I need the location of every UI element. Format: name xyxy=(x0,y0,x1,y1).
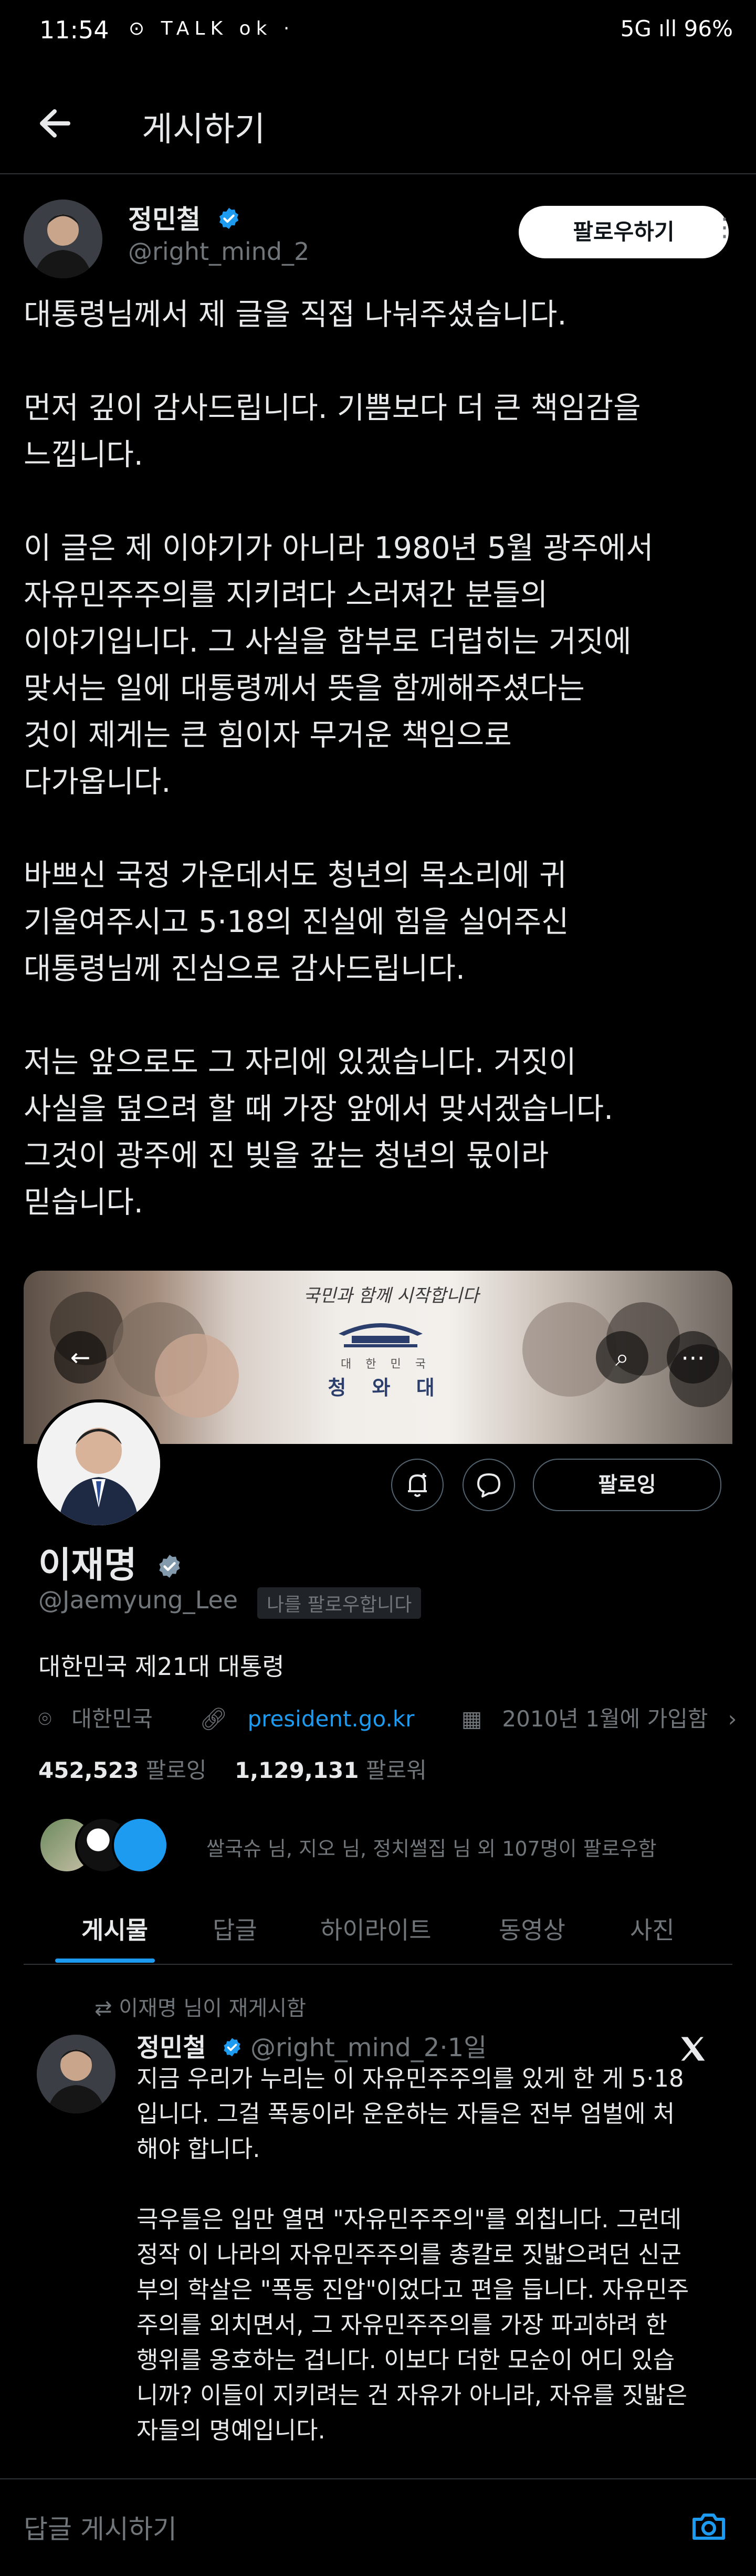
profile-name: 이재명 xyxy=(38,1536,183,1588)
post-paragraph: 저는 앞으로도 그 자리에 있겠습니다. 거짓이 사실을 덮으려 할 때 가장 … xyxy=(24,1045,614,1220)
author-name-text[interactable]: 정민철 xyxy=(128,204,201,235)
profile-meta: ⌾ 대한민국 🔗︎ president.go.kr ▦ 2010년 1월에 가입… xyxy=(38,1701,756,1733)
post-paragraph: 이 글은 제 이야기가 아니라 1980년 5월 광주에서 자유민주주의를 지키… xyxy=(24,531,654,799)
link-icon: 🔗︎ xyxy=(200,1706,228,1732)
tab-photos[interactable]: 사진 xyxy=(630,1911,675,1946)
separator-dot: · xyxy=(439,2033,448,2062)
back-arrow-icon[interactable] xyxy=(32,100,79,147)
website-item[interactable]: 🔗︎ president.go.kr xyxy=(200,1706,434,1732)
known-follower-avatar xyxy=(112,1817,169,1873)
reposted-paragraph: 극우들은 입만 열면 "자유민주주의"를 외칩니다. 그런데 정작 이 나라의 … xyxy=(136,2205,689,2444)
following-button[interactable]: 팔로잉 xyxy=(533,1459,721,1511)
tab-replies[interactable]: 답글 xyxy=(213,1911,257,1946)
post-body: 대통령님께서 제 글을 직접 나눠주셨습니다. 먼저 깊이 감사드립니다. 기쁨… xyxy=(24,291,743,1273)
calendar-icon: ▦ xyxy=(461,1706,482,1732)
followers-count[interactable]: 1,129,131 xyxy=(235,1757,359,1783)
reposted-time: 1일 xyxy=(447,2033,487,2062)
profile-bio: 대한민국 제21대 대통령 xyxy=(38,1652,285,1681)
notification-bell-button[interactable] xyxy=(391,1459,444,1511)
banner-back-arrow-icon[interactable]: ← xyxy=(54,1331,107,1384)
profile-avatar[interactable] xyxy=(34,1399,163,1528)
reply-input[interactable]: 답글 게시하기 xyxy=(24,2508,177,2546)
reply-bar: 답글 게시하기 xyxy=(0,2478,756,2576)
reposted-author-handle[interactable]: @right_mind_2 xyxy=(250,2033,439,2062)
page-title: 게시하기 xyxy=(142,110,266,149)
author-handle[interactable]: @right_mind_2 xyxy=(128,237,309,266)
post-paragraph: 대통령님께서 제 글을 직접 나눠주셨습니다. xyxy=(24,297,567,332)
following-count[interactable]: 452,523 xyxy=(38,1757,139,1783)
status-time: 11:54 xyxy=(39,16,109,44)
location-pin-icon: ⌾ xyxy=(38,1706,52,1732)
banner-search-icon[interactable]: ⌕ xyxy=(596,1331,648,1384)
location-text: 대한민국 xyxy=(71,1706,153,1732)
post-paragraph: 바쁘신 국정 가운데서도 청년의 목소리에 귀 기울여주시고 5·18의 진실에… xyxy=(24,858,569,986)
followers-count-label: 팔로워 xyxy=(365,1757,427,1783)
following-count-label: 팔로잉 xyxy=(145,1757,207,1783)
repost-text: 이재명 님이 재게시함 xyxy=(119,1996,306,2020)
tab-highlights[interactable]: 하이라이트 xyxy=(320,1911,432,1946)
message-bubble-button[interactable] xyxy=(463,1459,515,1511)
reposted-paragraph: 지금 우리가 누리는 이 자유민주주의를 있게 한 게 5·18 입니다. 그걸… xyxy=(136,2065,684,2163)
gray-verified-badge-icon xyxy=(156,1547,183,1588)
profile-tabs: 게시물 답글 하이라이트 동영상 사진 xyxy=(24,1896,732,1965)
follows-you-badge: 나를 팔로우합니다 xyxy=(257,1587,422,1619)
joined-item: ▦ 2010년 1월에 가입함 › xyxy=(461,1701,756,1733)
more-options-icon[interactable]: ⋮ xyxy=(712,213,737,242)
follow-button[interactable]: 팔로우하기 xyxy=(519,206,729,258)
profile-handle: @Jaemyung_Lee xyxy=(38,1586,238,1614)
banner-slogan: 국민과 함께 시작합니다 xyxy=(303,1285,479,1306)
reposted-header: 정민철 @right_mind_2·1일 xyxy=(136,2027,487,2064)
reposted-body: 지금 우리가 누리는 이 자유민주주의를 있게 한 게 5·18 입니다. 그걸… xyxy=(136,2061,724,2483)
author-name[interactable]: 정민철 xyxy=(128,198,241,237)
post-paragraph: 먼저 깊이 감사드립니다. 기쁨보다 더 큰 책임감을 느낍니다. xyxy=(24,391,641,472)
known-followers-text[interactable]: 쌀국슈 님, 지오 님, 정치썰집 님 외 107명이 팔로우함 xyxy=(206,1832,657,1861)
repost-icon: ⇄ xyxy=(94,1996,119,2020)
embedded-profile-card[interactable]: 국민과 함께 시작합니다 대 한 민 국 청 와 대 ← ⌕ ⋯ 팔로잉 이재명… xyxy=(24,1271,737,2444)
followers-count-item[interactable]: 1,129,131 팔로워 xyxy=(235,1757,427,1783)
blue-house-emblem-icon xyxy=(328,1313,433,1349)
top-bar: 게시하기 xyxy=(0,79,756,174)
status-bar: 11:54 ⊙ TALK ok · 5G ıll 96% xyxy=(0,0,756,68)
profile-counts: 452,523 팔로잉 1,129,131 팔로워 xyxy=(38,1753,427,1785)
repost-indicator: ⇄ 이재명 님이 재게시함 xyxy=(94,1991,306,2022)
active-tab-indicator xyxy=(55,1959,155,1963)
tab-posts[interactable]: 게시물 xyxy=(81,1911,148,1946)
chevron-right-icon: › xyxy=(728,1706,737,1732)
reposted-author-avatar[interactable] xyxy=(37,2035,116,2113)
location-item: ⌾ 대한민국 xyxy=(38,1701,173,1733)
author-avatar[interactable] xyxy=(24,200,102,278)
banner-main-title: 청 와 대 xyxy=(328,1376,444,1399)
tab-videos[interactable]: 동영상 xyxy=(499,1911,565,1946)
status-signal-battery: 5G ıll 96% xyxy=(620,16,733,41)
website-link[interactable]: president.go.kr xyxy=(247,1706,414,1732)
verified-badge-icon xyxy=(222,2035,243,2064)
verified-badge-icon xyxy=(217,206,241,237)
banner-subtitle: 대 한 민 국 xyxy=(341,1358,431,1371)
reposted-author-name[interactable]: 정민철 xyxy=(136,2033,206,2062)
joined-text: 2010년 1월에 가입함 xyxy=(502,1706,708,1732)
status-notification-icons: ⊙ TALK ok · xyxy=(129,18,295,39)
following-count-item[interactable]: 452,523 팔로잉 xyxy=(38,1757,207,1783)
banner-more-icon[interactable]: ⋯ xyxy=(667,1331,719,1384)
x-logo-icon xyxy=(677,2033,709,2065)
profile-name-text: 이재명 xyxy=(38,1545,137,1586)
camera-icon[interactable] xyxy=(688,2506,730,2548)
known-followers[interactable]: 쌀국슈 님, 지오 님, 정치썰집 님 외 107명이 팔로우함 xyxy=(38,1817,731,1875)
